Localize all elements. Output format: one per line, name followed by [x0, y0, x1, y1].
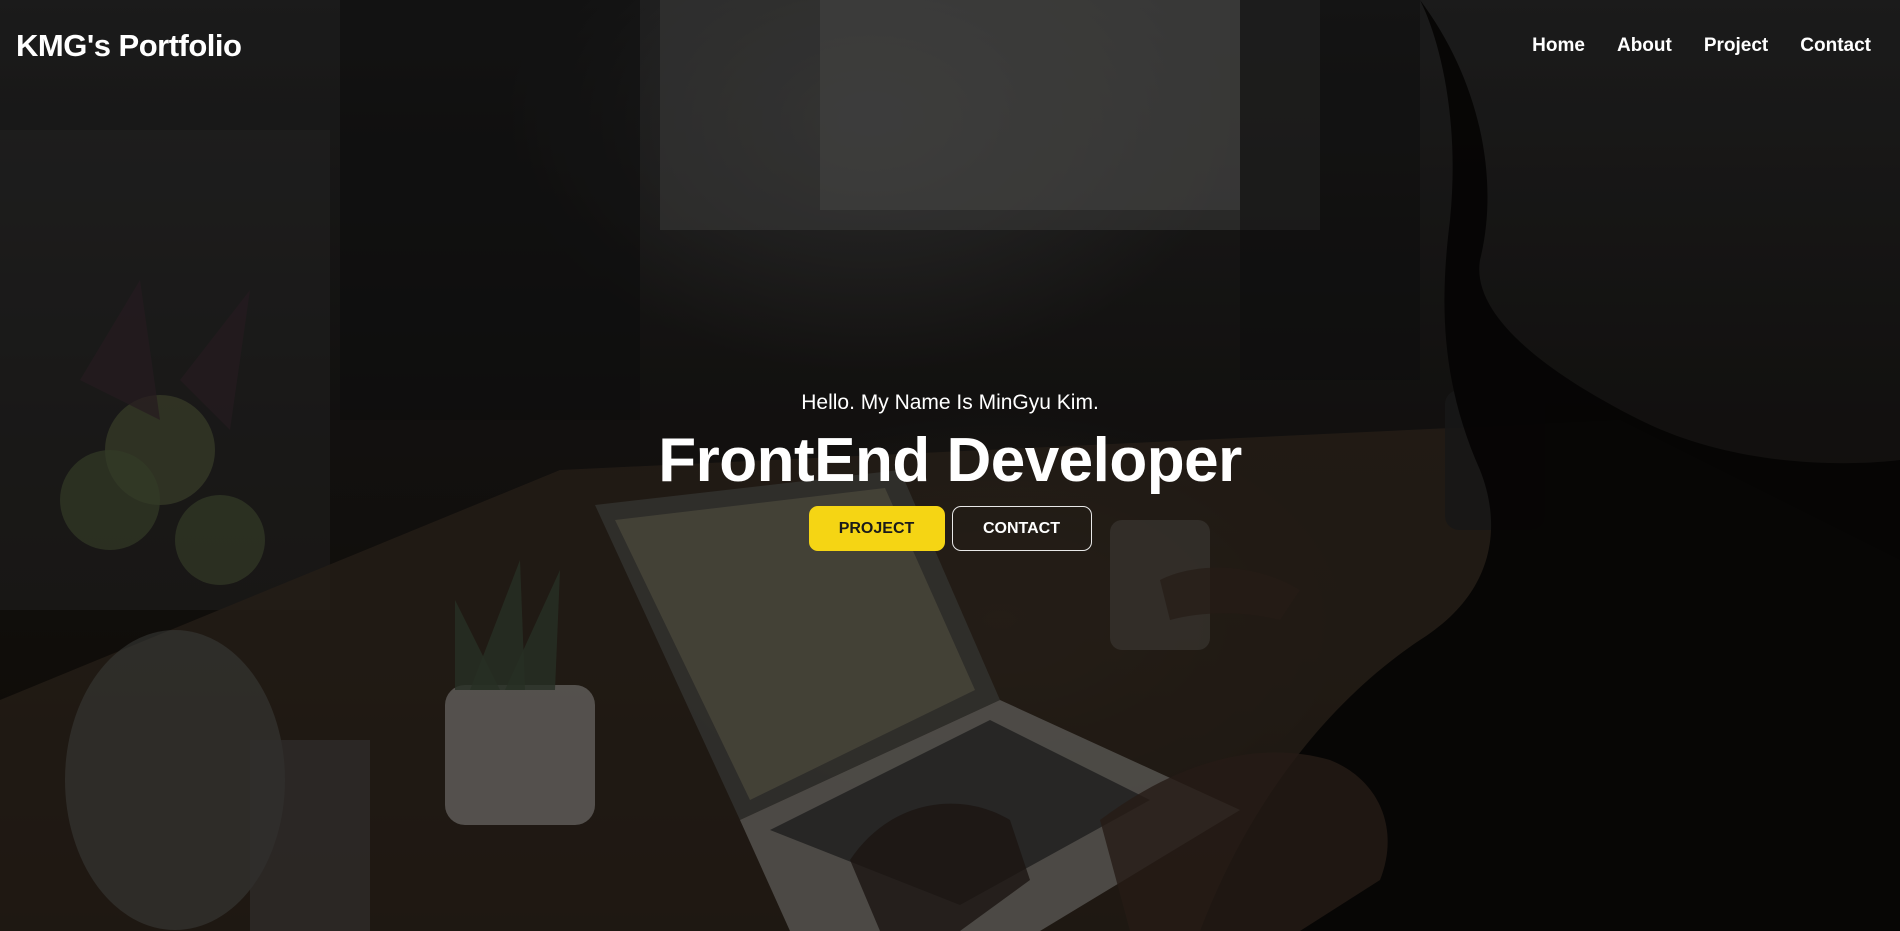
nav-link-contact[interactable]: Contact — [1800, 35, 1871, 57]
project-button[interactable]: PROJECT — [808, 506, 945, 551]
hero-intro-text: Hello. My Name Is MinGyu Kim. — [801, 391, 1099, 414]
nav-link-about[interactable]: About — [1617, 35, 1672, 57]
hero-title: FrontEnd Developer — [658, 426, 1242, 495]
contact-button[interactable]: CONTACT — [951, 506, 1092, 551]
hero-buttons: PROJECT CONTACT — [0, 506, 1900, 551]
site-logo[interactable]: KMG's Portfolio — [16, 28, 242, 64]
site-header: KMG's Portfolio Home About Project Conta… — [0, 0, 1900, 92]
hero-section: Hello. My Name Is MinGyu Kim. FrontEnd D… — [0, 388, 1900, 551]
nav-link-project[interactable]: Project — [1704, 35, 1768, 57]
portfolio-page: KMG's Portfolio Home About Project Conta… — [0, 0, 1900, 931]
nav-link-home[interactable]: Home — [1532, 35, 1585, 57]
main-nav: Home About Project Contact — [1532, 35, 1884, 57]
